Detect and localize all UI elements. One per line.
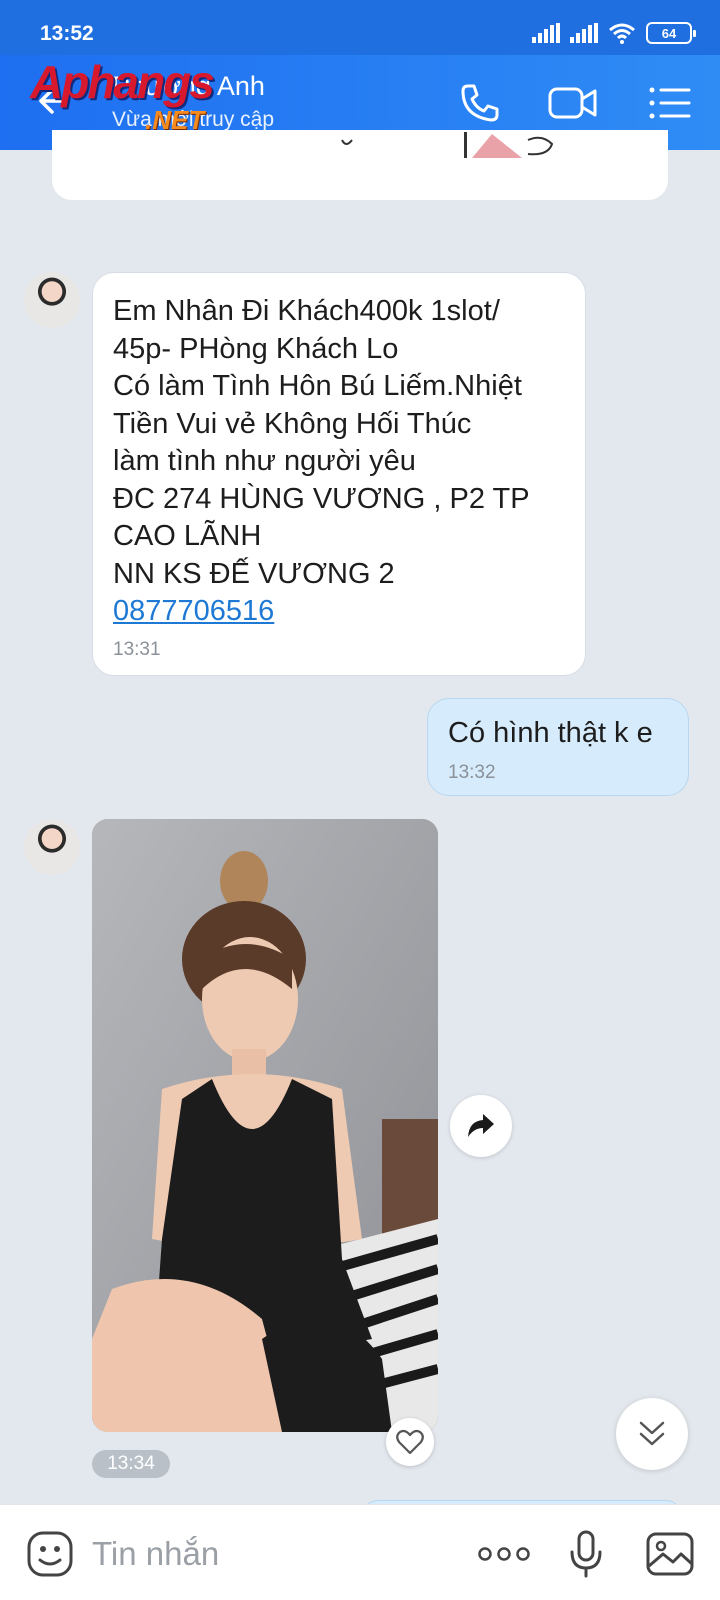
voice-call-button[interactable] xyxy=(455,78,505,128)
message-line: NN KS ĐẾ VƯƠNG 2 xyxy=(113,557,395,590)
sticker-button[interactable] xyxy=(24,1528,76,1580)
message-line: Có làm Tình Hôn Bú Liếm.Nhiệt xyxy=(113,370,522,402)
list-menu-icon xyxy=(649,87,691,119)
wifi-icon xyxy=(609,23,635,44)
watermark-logo: Aphangs xyxy=(30,56,215,108)
double-chevron-down-icon xyxy=(639,1421,665,1446)
watermark-text: Aphangs xyxy=(30,56,215,108)
video-camera-icon xyxy=(548,87,597,119)
message-line: CAO LÃNH xyxy=(113,520,262,552)
battery-level: 64 xyxy=(661,25,677,41)
heart-icon xyxy=(396,1429,424,1455)
signal-icon-2 xyxy=(570,23,598,43)
menu-button[interactable] xyxy=(645,78,695,128)
incoming-message-bubble[interactable]: Em Nhân Đi Khách400k 1slot/ 45p- PHòng K… xyxy=(92,272,586,676)
message-line: 45p- PHòng Khách Lo xyxy=(113,332,399,365)
photo-image xyxy=(92,819,438,1432)
previous-message-card xyxy=(52,130,668,200)
scroll-to-bottom-button[interactable] xyxy=(616,1398,688,1470)
microphone-icon xyxy=(570,1530,602,1578)
message-line: Tiền Vui vẻ Không Hối Thúc xyxy=(113,407,472,440)
status-icons: 64 xyxy=(532,22,696,44)
phone-number-link[interactable]: 0877706516 xyxy=(113,595,274,627)
signal-icon xyxy=(532,23,560,43)
message-line: làm tình như người yêu xyxy=(113,445,416,477)
image-icon xyxy=(646,1532,694,1576)
video-call-button[interactable] xyxy=(545,78,601,128)
message-input-bar xyxy=(0,1504,720,1600)
forward-button[interactable] xyxy=(450,1095,512,1157)
message-timestamp: 13:32 xyxy=(448,762,496,783)
outgoing-message-bubble[interactable]: Có hình thật k e 13:32 xyxy=(427,698,689,796)
emoji-icon xyxy=(27,1531,73,1577)
more-options-button[interactable] xyxy=(476,1528,532,1580)
forward-arrow-icon xyxy=(468,1114,494,1137)
contact-avatar[interactable] xyxy=(24,272,80,328)
contact-avatar[interactable] xyxy=(24,819,80,875)
message-timestamp: 13:31 xyxy=(113,638,161,660)
status-time: 13:52 xyxy=(40,22,94,45)
incoming-photo[interactable] xyxy=(92,819,438,1432)
voice-message-button[interactable] xyxy=(560,1528,612,1580)
battery-icon: 64 xyxy=(646,22,696,44)
outgoing-message-text: Có hình thật k e xyxy=(448,717,653,749)
more-dots-icon xyxy=(478,1547,530,1561)
message-line: Em Nhân Đi Khách400k 1slot/ xyxy=(113,295,500,327)
react-heart-button[interactable] xyxy=(386,1418,434,1466)
phone-icon xyxy=(461,84,499,122)
status-bar: 13:52 64 xyxy=(0,0,720,60)
message-input[interactable] xyxy=(92,1531,432,1577)
photo-timestamp: 13:34 xyxy=(92,1450,170,1478)
previous-card-decoration xyxy=(341,132,554,158)
message-line: ĐC 274 HÙNG VƯƠNG , P2 TP xyxy=(113,482,530,515)
gallery-button[interactable] xyxy=(644,1528,696,1580)
